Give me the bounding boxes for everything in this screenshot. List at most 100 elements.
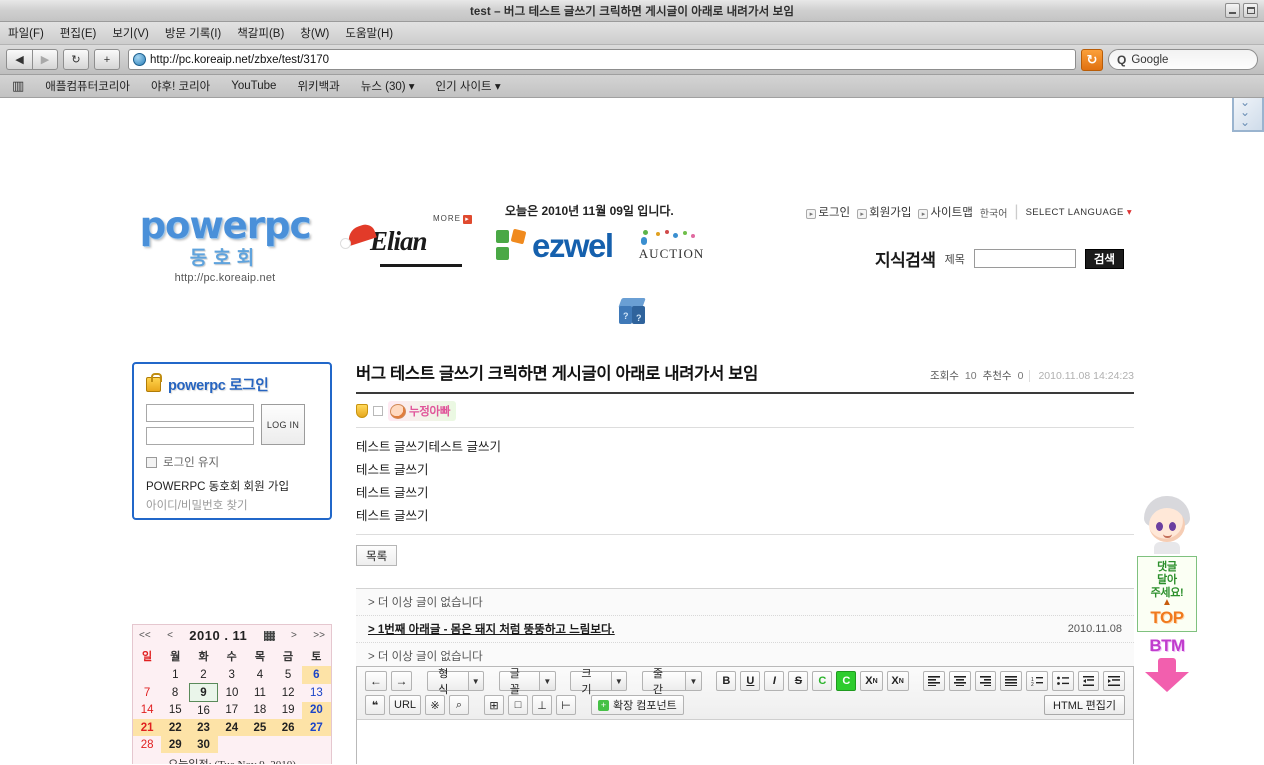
calendar-day-cell[interactable]: 2 [189,666,217,684]
font-color-button[interactable]: C [812,671,833,691]
font-select[interactable]: 글꼴 ▼ [498,668,556,696]
calendar-day-cell[interactable]: 11 [246,684,274,702]
calendar-day-cell[interactable]: 15 [161,702,189,720]
calendar-day-cell[interactable]: 22 [161,719,190,736]
nav-list-item[interactable]: > 더 이상 글이 없습니다 [356,589,1134,615]
arrow-down-icon[interactable] [1145,658,1189,692]
calendar-day-cell[interactable]: 25 [245,719,275,736]
insert-table-button[interactable]: ⊞ [484,695,505,715]
banner-ezwel[interactable]: ezwel [496,227,614,265]
browser-search-box[interactable]: Q Google [1108,49,1258,70]
scroll-down-widget-icon[interactable]: ⌄ ⌄ ⌄ [1232,98,1264,132]
top-nav-signup[interactable]: ▸ 회원가입 [857,204,911,220]
join-link[interactable]: POWERPC 동호회 회원 가입 [146,478,318,494]
calendar-day-cell[interactable]: 5 [274,666,302,684]
calendar-day-cell[interactable]: 29 [161,736,190,753]
calendar-day-cell[interactable]: 16 [189,702,217,720]
search-icon[interactable]: ⌕ [449,695,470,715]
insert-url-button[interactable]: URL [389,695,422,715]
outdent-button[interactable] [1077,671,1100,691]
forward-icon[interactable]: ▶ [32,49,58,70]
nav-list-item[interactable]: > 더 이상 글이 없습니다 [356,642,1134,669]
superscript-button[interactable]: XN [860,671,883,691]
reload-icon[interactable]: ↻ [63,49,89,70]
calendar-day-cell[interactable]: 3 [218,666,246,684]
banner-auction[interactable]: AUCTION [639,230,705,262]
calendar-day-cell[interactable]: 1 [161,666,189,684]
checkbox-icon[interactable] [373,406,383,416]
login-submit-button[interactable]: LOG IN [261,404,305,445]
undo-icon[interactable]: ← [365,671,387,691]
size-select[interactable]: 크기 ▼ [570,668,628,696]
scroll-to-bottom-button[interactable]: BTM [1137,636,1197,656]
format-select[interactable]: 형식 ▼ [427,668,484,696]
align-left-button[interactable] [923,671,946,691]
calendar-prev-year[interactable]: << [139,630,151,641]
calendar-day-cell[interactable]: 8 [161,684,189,702]
calendar-day-cell[interactable]: 21 [133,719,162,736]
bookmark-youtube[interactable]: YouTube [231,80,276,92]
calendar-day-cell[interactable]: 30 [189,736,218,753]
stop-reload-icon[interactable]: ↻ [1081,48,1103,71]
nav-list-item[interactable]: > 1번째 아래글 - 몸은 돼지 처럼 뚱뚱하고 느림보다. 2010.11.… [356,615,1134,642]
calendar-prev-month[interactable]: < [167,630,173,641]
bookmark-popular-sites[interactable]: 인기 사이트 ▾ [436,78,501,94]
calendar-day-cell[interactable]: 14 [133,702,161,720]
calendar-next-month[interactable]: > [291,630,297,641]
align-justify-button[interactable] [1000,671,1023,691]
calendar-grid-icon[interactable] [263,630,275,641]
calendar-day-cell[interactable]: 10 [218,684,246,702]
maximize-button[interactable] [1243,3,1258,18]
back-icon[interactable]: ◀ [6,49,32,70]
url-bar[interactable]: http://pc.koreaip.net/zbxe/test/3170 [128,49,1076,70]
calendar-day-cell[interactable]: 19 [274,702,302,720]
calendar-day-cell[interactable]: 9 [188,683,219,702]
top-nav-sitemap[interactable]: ▸ 사이트맵 [918,204,973,220]
calendar-day-cell[interactable]: 4 [246,666,274,684]
special-char-button[interactable]: ※ [425,695,446,715]
site-search-input[interactable] [973,249,1076,268]
site-search-button[interactable]: 검색 [1084,248,1124,269]
menu-view[interactable]: 보기(V) [112,25,149,41]
split-cell-button[interactable]: ⊢ [556,695,577,715]
calendar-day-cell[interactable]: 26 [274,719,303,736]
calendar-day-cell[interactable]: 6 [302,666,331,684]
redo-icon[interactable]: → [390,671,413,691]
ordered-list-button[interactable]: 12 [1026,671,1048,691]
calendar-day-cell[interactable]: 20 [302,701,331,719]
highlight-color-button[interactable]: C [836,671,857,691]
subscript-button[interactable]: XN [886,671,909,691]
insert-cell-button[interactable]: □ [508,695,529,715]
align-right-button[interactable] [974,671,997,691]
book-icon[interactable]: ▥ [12,78,24,94]
bookmark-wikipedia[interactable]: 위키백과 [297,78,339,94]
calendar-day-cell[interactable]: 18 [246,702,274,720]
editor-content-area[interactable] [357,720,1133,764]
list-button[interactable]: 목록 [356,545,398,566]
indent-button[interactable] [1103,671,1125,691]
calendar-day-cell[interactable]: 28 [133,736,161,753]
menu-bookmarks[interactable]: 책갈피(B) [237,25,284,41]
bookmark-news[interactable]: 뉴스 (30) ▾ [361,78,415,94]
calendar-day-cell[interactable]: 13 [302,684,330,702]
bold-button[interactable]: B [716,671,737,691]
find-id-password-link[interactable]: 아이디/비밀번호 찾기 [146,497,318,513]
calendar-day-cell[interactable]: 27 [302,719,331,736]
strikethrough-button[interactable]: S [788,671,809,691]
italic-button[interactable]: I [764,671,785,691]
calendar-day-cell[interactable]: 7 [133,684,161,702]
calendar-next-year[interactable]: >> [313,630,325,641]
extension-component-button[interactable]: + 확장 컴포넌트 [591,695,684,715]
login-password-input[interactable] [146,427,254,445]
calendar-day-cell[interactable]: 12 [274,684,302,702]
login-id-input[interactable] [146,404,254,422]
site-logo[interactable]: powerpc 동호회 http://pc.koreaip.net [125,204,325,284]
menu-help[interactable]: 도움말(H) [345,25,393,41]
html-editor-button[interactable]: HTML 편집기 [1044,695,1125,715]
author-nickname-badge[interactable]: 누정아빠 [388,401,457,421]
bookmark-yahoo-korea[interactable]: 야후! 코리아 [151,78,210,94]
banner-elian[interactable]: MORE ▸ Elian [340,214,472,267]
calendar-day-cell[interactable]: 23 [189,719,218,736]
top-nav-login[interactable]: ▸ 로그인 [806,204,850,220]
language-selector[interactable]: SELECT LANGUAGE ▾ [1026,207,1132,218]
